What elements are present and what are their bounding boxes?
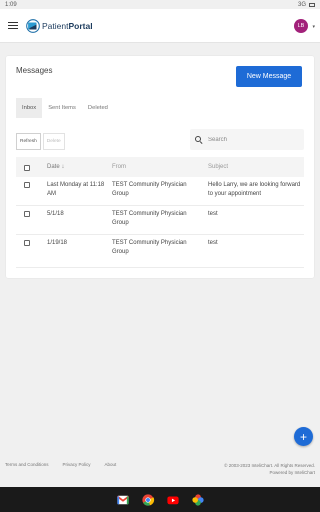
page-title: Messages: [16, 66, 53, 75]
compose-fab-button[interactable]: +: [294, 427, 313, 446]
menu-icon[interactable]: [8, 21, 18, 30]
search-box[interactable]: [190, 129, 304, 150]
gmail-icon[interactable]: [115, 492, 130, 507]
network-indicator: 3G: [297, 1, 306, 8]
table-row[interactable]: Last Monday at 11:18 AM TEST Community P…: [16, 177, 304, 206]
search-icon: [195, 136, 202, 143]
search-input[interactable]: [208, 136, 298, 143]
chrome-icon[interactable]: [140, 492, 155, 507]
row-date: Last Monday at 11:18 AM: [47, 182, 105, 197]
powered-by-text: Powered by InteliChart: [269, 470, 315, 475]
tab-inbox[interactable]: Inbox: [16, 98, 43, 118]
android-dock: [0, 487, 320, 512]
new-message-button[interactable]: New Message: [236, 66, 302, 87]
plus-icon: +: [299, 429, 307, 444]
messages-card: Messages New Message Inbox Sent Items De…: [6, 56, 314, 278]
row-subject: test: [208, 240, 218, 246]
row-checkbox[interactable]: [24, 211, 30, 217]
tab-deleted[interactable]: Deleted: [82, 98, 114, 118]
column-subject[interactable]: Subject: [203, 164, 304, 170]
youtube-icon[interactable]: [165, 492, 180, 507]
avatar[interactable]: LB: [294, 19, 308, 33]
tab-sent-items[interactable]: Sent Items: [42, 98, 82, 118]
copyright-text: © 2003-2023 InteliChart. All Rights Rese…: [224, 463, 315, 468]
patient-portal-logo[interactable]: PatientPortal: [26, 18, 93, 33]
row-from: TEST Community Physician Group: [112, 182, 187, 197]
page-footer: Terms and Conditions Privacy Policy Abou…: [0, 462, 320, 476]
select-all-checkbox[interactable]: [24, 164, 30, 171]
message-tabs: Inbox Sent Items Deleted: [16, 98, 114, 118]
row-subject: test: [208, 211, 218, 217]
row-date: 5/1/18: [47, 211, 64, 217]
battery-icon: [309, 2, 315, 7]
column-date[interactable]: Date ↓: [38, 164, 111, 170]
row-checkbox[interactable]: [24, 240, 30, 246]
column-from[interactable]: From: [111, 164, 203, 170]
photos-icon[interactable]: [190, 492, 205, 507]
terms-link[interactable]: Terms and Conditions: [5, 462, 49, 476]
logo-mark-icon: [26, 18, 40, 33]
delete-button[interactable]: Delete: [42, 133, 65, 150]
about-link[interactable]: About: [105, 462, 117, 476]
status-time: 1:09: [5, 1, 17, 8]
table-header: Date ↓ From Subject: [16, 157, 304, 177]
row-from: TEST Community Physician Group: [112, 240, 187, 255]
row-checkbox[interactable]: [24, 182, 30, 188]
logo-text: PatientPortal: [42, 20, 93, 31]
table-row[interactable]: 5/1/18 TEST Community Physician Group te…: [16, 206, 304, 235]
refresh-button[interactable]: Refresh: [16, 133, 41, 150]
app-header: PatientPortal LB ▾: [0, 9, 320, 43]
action-buttons: Refresh Delete: [16, 133, 65, 150]
messages-table: Date ↓ From Subject Last Monday at 11:18…: [16, 157, 304, 268]
table-row[interactable]: 1/19/18 TEST Community Physician Group t…: [16, 235, 304, 268]
chevron-down-icon[interactable]: ▾: [312, 24, 315, 30]
status-bar: 1:09 3G: [0, 0, 320, 9]
privacy-link[interactable]: Privacy Policy: [63, 462, 91, 476]
row-subject: Hello Larry, we are looking forward to y…: [208, 182, 301, 197]
row-from: TEST Community Physician Group: [112, 211, 187, 226]
row-date: 1/19/18: [47, 240, 68, 246]
